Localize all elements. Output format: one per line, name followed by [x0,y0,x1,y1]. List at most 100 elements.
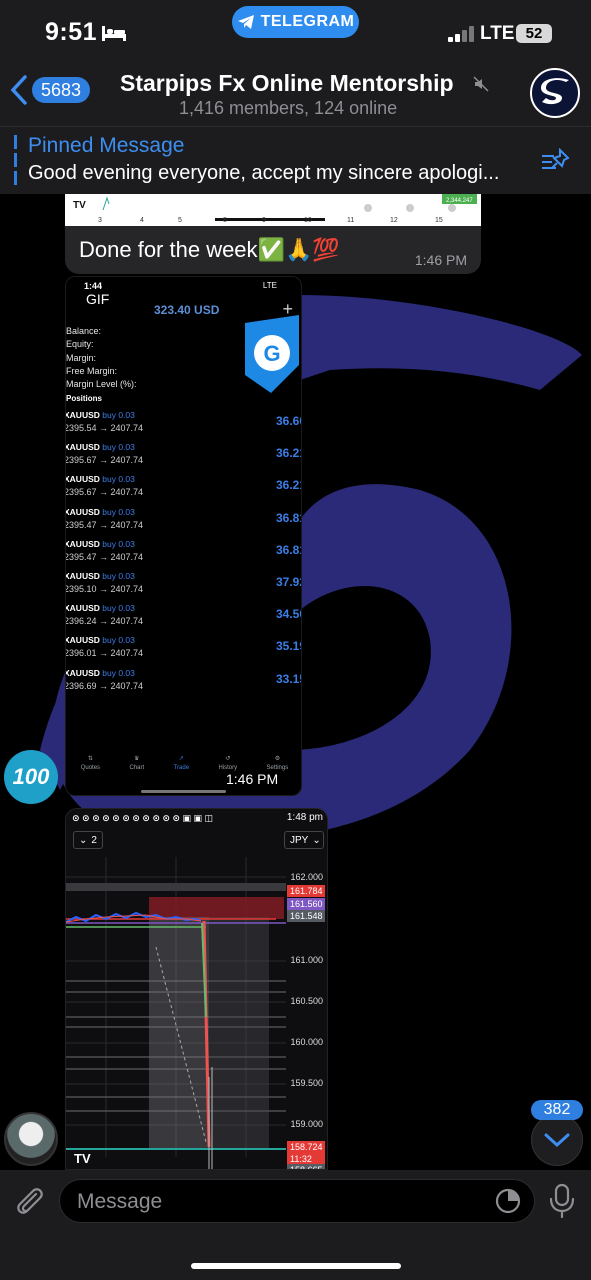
position-symbol: XAUUSD buy 0.03 [65,538,135,549]
chat-subtitle: 1,416 members, 124 online [179,98,398,118]
position-pnl: 37.92 [276,575,301,589]
gif-positions-title: Positions [66,394,103,403]
position-pnl: 36.21 [276,478,301,493]
position-row: XAUUSD buy 0.03 2395.67 → 2407.74 36.21 [65,442,301,474]
chart-tick-label: 11 [347,217,354,224]
gif-status-network: LTE [262,281,277,290]
price-tag: 161.560 [287,898,325,910]
position-pnl: 36.21 [276,446,301,461]
message-placeholder: Message [77,1190,163,1213]
microphone-icon[interactable] [548,1183,576,1219]
back-button[interactable]: 5683 [10,74,91,106]
gif-nav-label: Trade [173,765,190,771]
tradingview-logo: TV [74,1151,91,1166]
position-symbol: XAUUSD buy 0.03 [65,603,135,614]
layout-button: ⌄ 2 [73,831,103,849]
user-avatar[interactable] [4,1112,58,1166]
position-prices: 2395.67 → 2407.74 [65,455,144,466]
position-row: XAUUSD buy 0.03 2396.69 → 2407.74 33.15 [65,668,301,700]
pinned-message-bar[interactable]: Pinned Message Good evening everyone, ac… [0,126,591,194]
telegram-banner-label: TELEGRAM [260,13,355,30]
attachment-icon[interactable] [12,1184,46,1218]
position-pnl: 36.60 [276,414,301,428]
svg-text:G: G [263,341,280,366]
currency-select: JPY ⌄ [284,831,324,849]
message-input[interactable]: Message [59,1179,535,1223]
position-row: XAUUSD buy 0.03 2395.67 → 2407.74 36.21 [65,474,301,506]
gif-label: Margin: [66,352,97,363]
price-axis-label: 162.000 [290,872,323,882]
chart-tick-label: 10 [304,217,312,224]
position-prices: 2395.54 → 2407.74 [65,423,144,433]
position-symbol: XAUUSD buy 0.03 [65,442,135,453]
chart-price-label: 2,344.247 [446,198,473,204]
message-time: 1:46 PM [226,771,279,787]
position-row: XAUUSD buy 0.03 2395.10 → 2407.74 37.92 [65,571,301,603]
chart-tick-label: 9 [262,217,266,224]
scroll-to-bottom-button[interactable] [531,1114,583,1166]
price-axis-label: 159.500 [290,1078,323,1088]
position-prices: 2395.67 → 2407.74 [65,487,144,498]
telegram-plane-icon [237,15,254,29]
position-symbol: XAUUSD buy 0.03 [65,571,135,581]
chart-tick-label: 12 [390,217,398,224]
trade-icon: ↗ [178,756,184,762]
pinned-title: Pinned Message [28,134,185,157]
gif-label: Margin Level (%): [66,379,137,390]
sticker-icon[interactable] [495,1188,521,1214]
chat-header: 5683 Starpips Fx Online Mentorship 1,416… [0,62,591,126]
chart-screenshot-message[interactable]: ⊙ ⊙ ⊙ ⊙ ⊙ ⊙ ⊙ ⊙ ⊙ ⊙ ⊙ ▣ ▣ ◫ 1:48 pm ⌄ 2 J… [65,808,328,1170]
gif-account-labels: Balance: Equity: Margin: Free Margin: Ma… [66,325,137,391]
position-pnl: 36.81 [276,510,301,525]
chevron-left-icon [10,75,27,105]
position-prices: 2395.47 → 2407.74 [65,551,144,562]
price-axis-label: 160.500 [290,996,323,1006]
gif-nav-item: ⇅ Quotes [81,755,100,785]
position-symbol: XAUUSD buy 0.03 [65,410,135,420]
history-icon: ↺ [225,756,231,762]
chart-icon: ♛ [134,756,140,762]
chevron-down-icon [544,1133,570,1148]
gif-nav-item: ↗ Trade [174,755,189,785]
battery-indicator: 52 [516,24,552,43]
group-avatar[interactable] [530,68,580,118]
chat-title[interactable]: Starpips Fx Online Mentorship [120,70,454,97]
gif-label: Free Margin: [66,365,118,376]
price-axis-label: 161.000 [290,955,323,965]
telegram-banner[interactable]: TELEGRAM [232,6,359,38]
layout-button-label: 2 [91,834,97,846]
gif-status-time: 1:44 [84,281,103,291]
position-symbol: XAUUSD buy 0.03 [65,635,135,646]
gif-label: Equity: [66,339,94,350]
chart-tick-label: 5 [178,217,182,224]
chart-tick-label: 8 [223,217,227,224]
pin-list-icon[interactable] [540,148,572,174]
message-bubble[interactable]: TV 3 4 5 8 9 10 11 12 15 2,344.247 Done for the … [65,194,481,274]
unread-count-badge: 382 [531,1100,583,1120]
muted-icon [473,76,489,92]
chevron-down-icon: ⌄ [312,834,321,846]
unread-chats-badge: 5683 [32,77,91,103]
g-shield-icon: G [245,315,299,393]
chart-tick-label: 15 [435,217,443,224]
price-tag: 161.548 [287,910,325,922]
chart-tick-label: 3 [98,217,102,224]
hundred-emoji-avatar[interactable]: 100 [4,750,58,804]
position-prices: 2396.24 → 2407.74 [65,616,144,627]
gif-badge: GIF [86,291,110,307]
position-pnl: 35.19 [276,639,301,654]
position-row: XAUUSD buy 0.03 2396.01 → 2407.74 35.19 [65,635,301,667]
gif-message[interactable]: 1:44 LTE GIF 323.40 USD + Balance: Equit… [65,276,302,796]
message-time: 1:46 PM [414,252,467,268]
gif-home-indicator [141,790,226,793]
price-axis-label: 160.000 [290,1037,323,1047]
gif-balance: 323.40 USD [154,303,220,317]
chart-status-icons: ⊙ ⊙ ⊙ ⊙ ⊙ ⊙ ⊙ ⊙ ⊙ ⊙ ⊙ ▣ ▣ ◫ [72,813,213,823]
position-pnl: 36.81 [276,542,301,557]
chart-status-time: 1:48 pm [286,812,323,823]
position-prices: 2396.69 → 2407.74 [65,680,144,691]
price-tag: 161.784 [287,885,325,897]
position-prices: 2395.10 → 2407.74 [65,584,144,594]
quotes-icon: ⇅ [87,756,93,762]
position-row: XAUUSD buy 0.03 2395.47 → 2407.74 36.81 [65,538,301,571]
